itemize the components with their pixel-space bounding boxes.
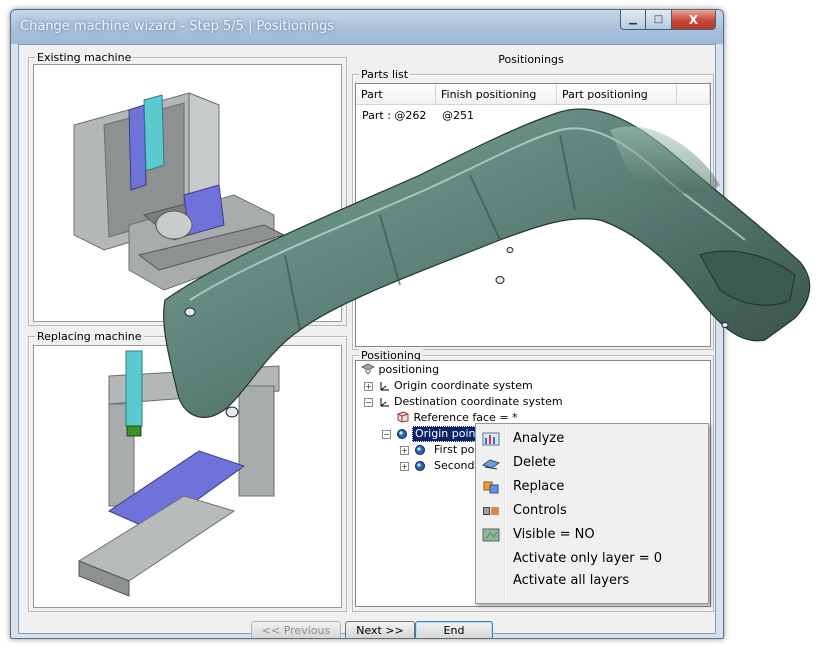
menu-item-visible[interactable]: Visible = NO — [478, 524, 706, 546]
delete-icon — [482, 459, 500, 470]
menu-item-activate-all-layers[interactable]: Activate all layers — [478, 570, 706, 592]
menu-item-delete[interactable]: Delete — [478, 452, 706, 474]
menu-item-activate-only-layer[interactable]: Activate only layer = 0 — [478, 548, 706, 570]
menu-item-label: Replace — [513, 479, 565, 494]
menu-item-analyze[interactable]: Analyze — [478, 428, 706, 450]
menu-item-label: Analyze — [513, 431, 565, 446]
menu-item-controls[interactable]: Controls — [478, 500, 706, 522]
menu-item-label: Visible = NO — [513, 527, 595, 542]
controls-icon — [483, 507, 499, 515]
menu-item-label: Delete — [513, 455, 556, 470]
menu-item-replace[interactable]: Replace — [478, 476, 706, 498]
menu-item-label: Activate all layers — [513, 573, 630, 588]
bracket-part-3d — [163, 108, 811, 418]
replace-icon — [483, 481, 499, 494]
visibility-icon — [482, 528, 500, 542]
menu-item-label: Controls — [513, 503, 567, 518]
analyze-icon — [482, 432, 500, 446]
menu-item-label: Activate only layer = 0 — [513, 551, 663, 566]
context-menu: Analyze Delete Replace Controls Visible … — [475, 423, 709, 604]
